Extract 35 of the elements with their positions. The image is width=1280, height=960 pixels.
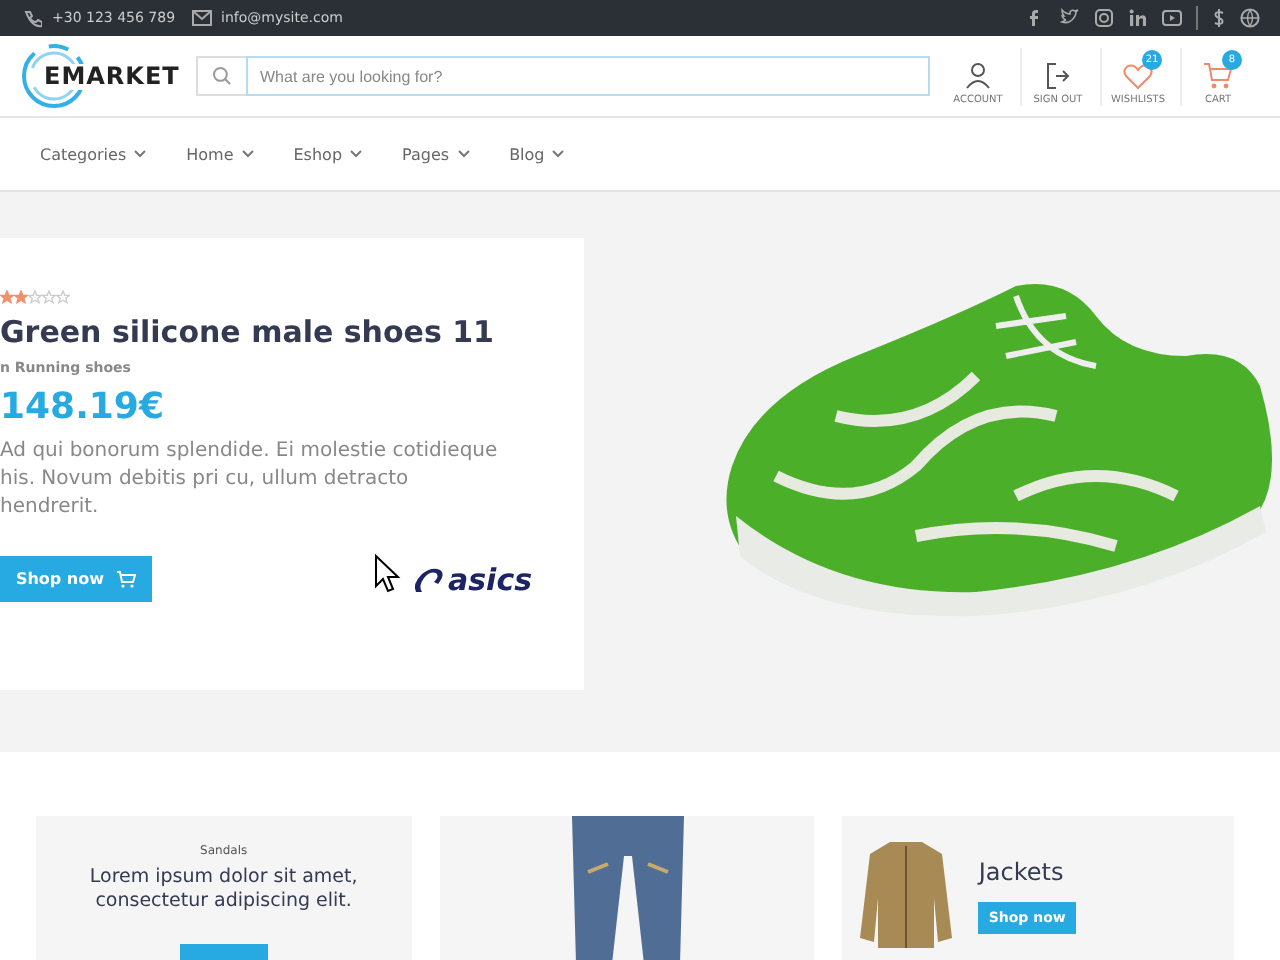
brand-logo: asics [412, 561, 533, 597]
sign-out-icon [1042, 59, 1074, 91]
product-title: Green silicone male shoes 11 [0, 314, 496, 350]
search-icon [212, 66, 232, 86]
chevron-icon [350, 150, 363, 158]
nav-menu-item[interactable]: Eshop [293, 145, 363, 163]
chevron-icon [134, 150, 147, 158]
product-price: 148.19€ [0, 386, 166, 428]
chevron-icon [241, 150, 254, 158]
nav-menu-item[interactable]: Blog [509, 145, 565, 163]
nav-menu-item[interactable]: Home [186, 145, 254, 163]
nav-menu-item[interactable]: Categories [40, 145, 147, 163]
person-icon [962, 59, 994, 91]
chevron-icon [457, 150, 470, 158]
bird-icon[interactable] [1060, 8, 1080, 28]
camera-icon[interactable] [1094, 8, 1114, 28]
globe-icon[interactable] [1240, 8, 1260, 28]
jacket-drawing [858, 838, 955, 954]
dollar-icon[interactable] [1212, 8, 1226, 28]
cursor-icon [374, 553, 402, 593]
product-description: Ad qui bonorum splendide. Ei molestie cotidieque his. Novum debitis pri cu, ullum detracto hendrerit. [0, 438, 500, 522]
logo[interactable]: EMARKET [20, 42, 196, 110]
heart-icon [1122, 59, 1154, 91]
nav-menu-item[interactable]: Pages [402, 145, 470, 163]
phone-icon [24, 9, 42, 27]
promo-text: Lorem ipsum dolor sit amet, consectetur adipiscing elit. [87, 866, 360, 914]
search-button[interactable] [196, 56, 246, 96]
search-field[interactable]: What are you looking for? [246, 56, 930, 96]
promo-title: Jackets [978, 858, 1064, 886]
cart-icon [1202, 59, 1234, 91]
chevron-icon [552, 150, 565, 158]
in-icon[interactable] [1128, 8, 1148, 28]
play-icon[interactable] [1162, 8, 1182, 28]
mail-icon [191, 10, 212, 26]
cart-icon [116, 570, 137, 588]
